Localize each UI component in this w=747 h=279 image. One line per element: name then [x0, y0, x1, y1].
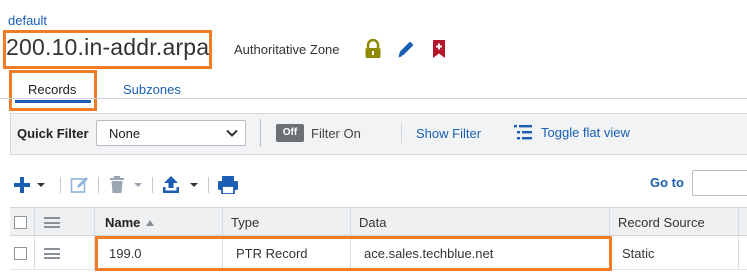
toolbar-separator	[152, 177, 153, 193]
cell-name: 199.0	[109, 246, 142, 261]
tab-records[interactable]: Records	[28, 82, 76, 97]
header-menu-icon[interactable]	[44, 217, 60, 228]
column-header-data[interactable]: Data	[359, 208, 386, 235]
add-button[interactable]	[13, 176, 47, 194]
column-header-record-source[interactable]: Record Source	[618, 208, 705, 235]
flat-view-icon[interactable]	[514, 124, 532, 140]
delete-button[interactable]	[108, 176, 144, 194]
cell-record-source: Static	[622, 246, 655, 261]
goto-label: Go to	[650, 175, 684, 190]
toolbar-separator	[60, 177, 61, 193]
column-divider	[222, 237, 223, 269]
quick-filter-value: None	[109, 126, 141, 141]
filter-separator	[260, 119, 261, 147]
pencil-icon[interactable]	[396, 38, 418, 60]
zone-title: 200.10.in-addr.arpa	[6, 34, 210, 60]
toolbar-separator	[98, 177, 99, 193]
print-button[interactable]	[218, 176, 238, 194]
column-divider	[609, 237, 610, 269]
column-divider	[738, 237, 739, 269]
filter-on-label: Filter On	[311, 126, 361, 141]
export-icon	[163, 176, 198, 193]
column-divider	[609, 208, 610, 235]
sort-ascending-icon	[146, 220, 155, 226]
breadcrumb-default[interactable]: default	[8, 13, 47, 28]
zone-type-label: Authoritative Zone	[234, 42, 340, 57]
column-divider	[94, 237, 95, 269]
cell-data: ace.sales.techblue.net	[364, 246, 494, 261]
column-divider	[94, 208, 95, 235]
tab-records-underline	[15, 100, 91, 103]
delete-icon	[110, 176, 142, 193]
column-header-name[interactable]: Name	[105, 208, 155, 235]
toggle-flat-view-link[interactable]: Toggle flat view	[541, 125, 630, 140]
chevron-down-icon	[226, 129, 238, 137]
print-icon	[218, 176, 238, 194]
tab-bar-divider	[0, 98, 747, 99]
filter-separator-2	[401, 123, 402, 143]
column-divider	[350, 208, 351, 235]
cell-type: PTR Record	[236, 246, 308, 261]
select-all-checkbox[interactable]	[14, 216, 27, 229]
column-divider	[34, 208, 35, 235]
quick-filter-label: Quick Filter	[17, 126, 89, 141]
edit-button[interactable]	[70, 176, 90, 194]
tab-subzones[interactable]: Subzones	[123, 82, 181, 97]
export-button[interactable]	[162, 176, 200, 194]
goto-input[interactable]	[692, 170, 747, 196]
lock-icon[interactable]	[363, 38, 385, 60]
filter-toggle[interactable]: Off	[276, 124, 304, 142]
column-header-type[interactable]: Type	[231, 208, 259, 235]
column-header-name-label: Name	[105, 215, 141, 230]
grid-header: Name Type Data Record Source	[10, 207, 747, 236]
show-filter-link[interactable]: Show Filter	[416, 126, 481, 141]
table-row[interactable]: 199.0 PTR Record ace.sales.techblue.net …	[10, 237, 747, 270]
column-divider	[738, 208, 739, 235]
edit-icon	[70, 177, 88, 193]
bookmark-icon[interactable]	[430, 38, 452, 60]
row-menu-icon[interactable]	[44, 248, 60, 259]
toolbar-separator	[208, 177, 209, 193]
quick-filter-select[interactable]: None	[96, 120, 246, 146]
column-divider	[350, 237, 351, 269]
row-checkbox[interactable]	[14, 247, 27, 260]
column-divider	[34, 237, 35, 269]
column-divider	[222, 208, 223, 235]
